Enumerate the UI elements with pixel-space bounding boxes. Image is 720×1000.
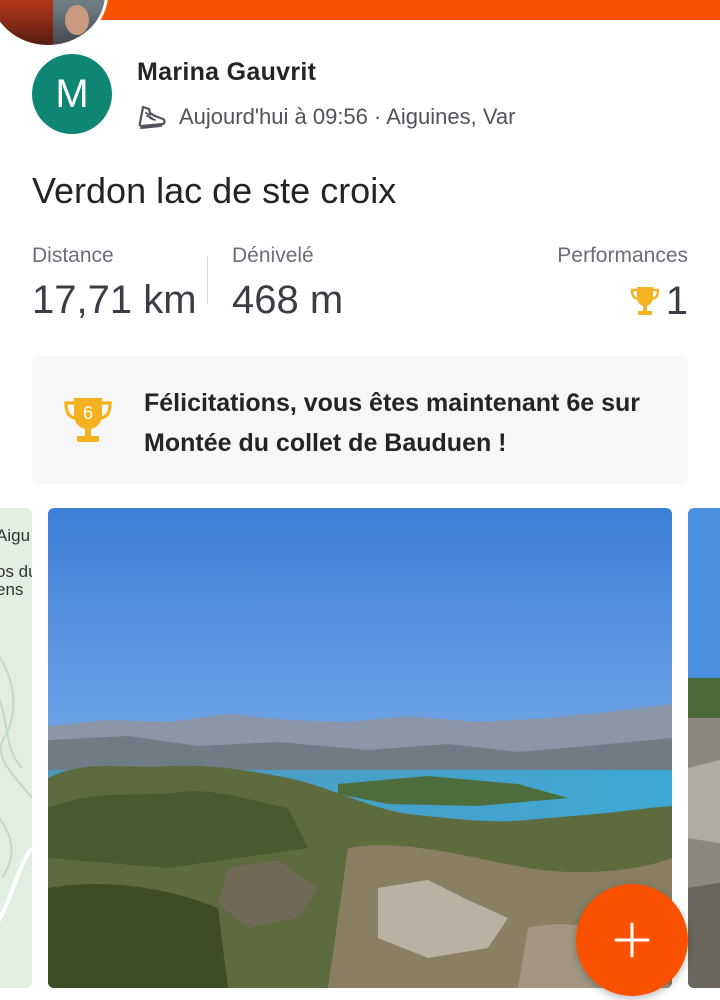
rank-trophy-icon: 6 <box>64 398 112 442</box>
plus-icon <box>614 922 650 958</box>
activity-title[interactable]: Verdon lac de ste croix <box>32 170 396 212</box>
athlete-avatar[interactable]: M <box>32 54 112 134</box>
elevation-value: 468 m <box>232 278 344 322</box>
performances-label: Performances <box>557 244 688 267</box>
previous-activity-bar <box>100 0 720 20</box>
stat-distance: Distance 17,71 km <box>32 244 197 323</box>
elevation-label: Dénivelé <box>232 244 314 267</box>
trophy-icon <box>630 287 659 315</box>
avatar-initial: M <box>55 71 89 116</box>
activity-photo[interactable] <box>48 508 672 988</box>
shoe-icon <box>138 105 166 129</box>
stat-performances: Performances 1 <box>557 244 688 324</box>
rank-badge-number: 6 <box>83 403 93 423</box>
stat-divider <box>207 256 208 304</box>
group-avatars[interactable] <box>0 0 108 48</box>
distance-label: Distance <box>32 244 114 267</box>
lake-landscape-photo <box>48 508 672 988</box>
achievement-banner[interactable]: 6 Félicitations, vous êtes maintenant 6e… <box>32 356 688 484</box>
performances-value: 1 <box>665 278 688 323</box>
activity-meta: Aujourd'hui à 09:56 · Aiguines, Var <box>137 102 515 132</box>
stat-elevation: Dénivelé 468 m <box>232 244 343 323</box>
activity-time-location: Aujourd'hui à 09:56 · Aiguines, Var <box>179 104 516 129</box>
group-avatar-1 <box>0 0 53 45</box>
map-label-2: os du <box>0 562 32 581</box>
map-label-1: Aigu <box>0 526 31 545</box>
athlete-name[interactable]: Marina Gauvrit <box>137 58 316 87</box>
group-avatar-face <box>65 5 89 35</box>
route-map-thumbnail[interactable]: Aigu os du ens <box>0 508 32 988</box>
next-photo-thumbnail[interactable] <box>688 508 720 988</box>
add-comment-fab[interactable] <box>576 884 688 996</box>
achievement-message: Félicitations, vous êtes maintenant 6e s… <box>144 389 640 457</box>
distance-value: 17,71 km <box>32 278 197 322</box>
next-photo-image <box>688 508 720 988</box>
map-label-3: ens <box>0 580 24 599</box>
